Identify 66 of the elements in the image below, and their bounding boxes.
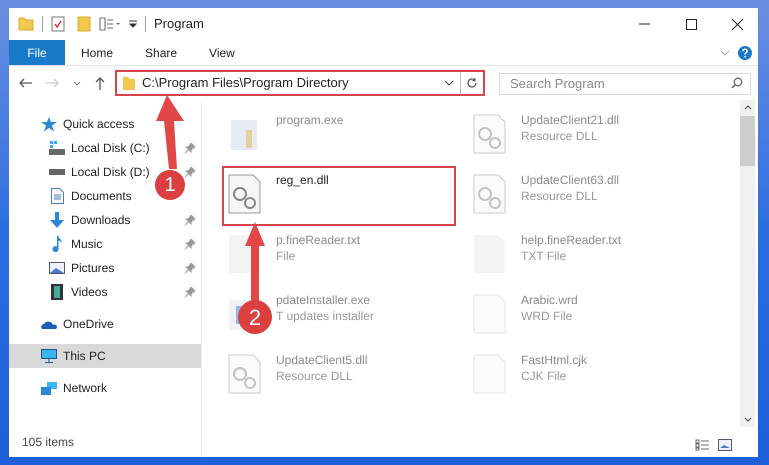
- nav-item[interactable]: Documents: [9, 184, 136, 208]
- ribbon-tab[interactable]: View: [193, 40, 251, 65]
- recent-locations-icon[interactable]: [73, 80, 81, 86]
- file-name[interactable]: reg_en.dll: [276, 172, 329, 188]
- close-icon[interactable]: [732, 18, 743, 30]
- document-icon: [50, 188, 64, 204]
- dropdown-icon[interactable]: [444, 80, 454, 86]
- item-count: 105 items: [21, 434, 76, 451]
- minimize-icon[interactable]: [639, 23, 650, 25]
- address-path: C:\Program Files\Program Directory: [142, 74, 349, 92]
- ribbon-tab[interactable]: Home: [65, 40, 130, 65]
- nav-item[interactable]: OneDrive: [9, 312, 118, 336]
- details-view-icon[interactable]: [695, 439, 710, 451]
- back-icon[interactable]: [19, 78, 32, 88]
- maximize-icon[interactable]: [686, 18, 697, 30]
- nav-item[interactable]: Quick access: [9, 112, 138, 136]
- file-type: File: [276, 248, 296, 264]
- address-bar[interactable]: C:\Program Files\Program Directory: [115, 70, 485, 96]
- picture-icon: [49, 262, 65, 274]
- up-icon[interactable]: [95, 76, 105, 90]
- view-options-icon[interactable]: [99, 17, 121, 31]
- scrollbar-thumb[interactable]: [740, 116, 755, 166]
- file-type: WRD File: [521, 308, 574, 324]
- search-icon: [731, 77, 743, 89]
- nav-item[interactable]: Videos: [9, 280, 112, 304]
- help-icon[interactable]: [738, 46, 752, 60]
- scroll-up-icon[interactable]: [744, 105, 752, 110]
- refresh-icon[interactable]: [466, 77, 478, 89]
- star-icon: [41, 116, 57, 132]
- window-title: Program: [154, 15, 204, 34]
- dropdown-icon[interactable]: [129, 20, 137, 28]
- scrollbar[interactable]: [740, 100, 755, 427]
- ribbon-tab[interactable]: File: [9, 40, 65, 65]
- properties-icon[interactable]: [51, 16, 65, 32]
- music-note-icon: [52, 236, 62, 252]
- file-type: Resource DLL: [521, 128, 599, 144]
- file-type: CJK File: [521, 368, 568, 384]
- file-type: T updates installer: [276, 308, 374, 324]
- nav-item[interactable]: Local Disk (D:): [9, 160, 154, 184]
- pin-icon[interactable]: [185, 287, 195, 297]
- nav-item[interactable]: Pictures: [9, 256, 118, 280]
- file-type: TXT File: [521, 248, 568, 264]
- download-icon: [50, 212, 64, 228]
- pin-icon[interactable]: [185, 167, 195, 177]
- pin-icon[interactable]: [185, 143, 195, 153]
- monitor-icon: [41, 349, 57, 363]
- file-type: Resource DLL: [276, 368, 354, 384]
- search-field[interactable]: Search Program: [499, 72, 751, 94]
- folder-icon: [122, 76, 136, 90]
- pin-icon[interactable]: [185, 215, 195, 225]
- cloud-icon: [41, 320, 57, 328]
- file-type: Resource DLL: [521, 188, 599, 204]
- nav-item[interactable]: Local Disk (C:): [9, 136, 154, 160]
- pin-icon[interactable]: [185, 263, 195, 273]
- ribbon-tab[interactable]: Share: [129, 40, 194, 65]
- nav-item[interactable]: Downloads: [9, 208, 134, 232]
- film-icon: [51, 284, 63, 300]
- nav-item[interactable]: Network: [9, 376, 112, 400]
- drive-icon: [49, 169, 65, 175]
- scroll-down-icon[interactable]: [744, 417, 752, 422]
- large-icons-view-icon[interactable]: [718, 439, 732, 451]
- drive-icon: [49, 141, 65, 155]
- nav-item[interactable]: This PC: [9, 344, 201, 368]
- nav-item[interactable]: Music: [9, 232, 106, 256]
- pin-icon[interactable]: [185, 239, 195, 249]
- network-icon: [41, 382, 57, 394]
